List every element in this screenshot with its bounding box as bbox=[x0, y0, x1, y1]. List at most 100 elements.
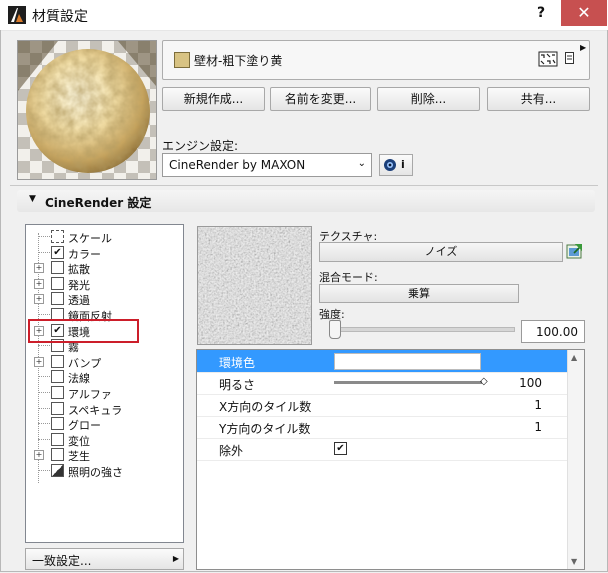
load-texture-icon[interactable] bbox=[566, 243, 583, 260]
brightness-slider-fill bbox=[334, 381, 482, 384]
tree-item[interactable]: 照明の強さ bbox=[26, 463, 183, 479]
engine-select[interactable]: CineRender by MAXON ⌄ bbox=[162, 153, 372, 177]
document-icon[interactable] bbox=[565, 52, 574, 64]
tree-connector bbox=[38, 251, 50, 253]
tree-item-label: 透過 bbox=[68, 294, 90, 308]
property-row[interactable]: Y方向のタイル数 1 bbox=[197, 416, 567, 439]
tree-item-label: 照明の強さ bbox=[68, 466, 123, 479]
channel-checkbox[interactable] bbox=[51, 354, 64, 368]
match-settings-button[interactable]: 一致設定... ▶ bbox=[25, 548, 184, 570]
tree-item[interactable]: + 芝生 bbox=[26, 447, 183, 463]
tree-item[interactable]: + 透過 bbox=[26, 291, 183, 307]
expand-icon[interactable]: + bbox=[34, 294, 44, 305]
blend-mode-select[interactable]: 乗算 bbox=[319, 284, 519, 303]
tree-item[interactable]: アルファ bbox=[26, 385, 183, 401]
light-intensity-icon bbox=[51, 464, 64, 477]
property-row[interactable]: X方向のタイル数 1 bbox=[197, 394, 567, 417]
tree-item-label: アルファ bbox=[68, 388, 112, 401]
delete-button[interactable]: 削除... bbox=[377, 87, 480, 111]
title-bar: 材質設定 ? ✕ bbox=[0, 0, 608, 31]
expand-icon[interactable]: + bbox=[34, 450, 44, 461]
expand-icon[interactable]: + bbox=[34, 356, 44, 367]
rename-button[interactable]: 名前を変更... bbox=[270, 87, 371, 111]
channel-checkbox[interactable] bbox=[51, 370, 64, 384]
channel-checkbox[interactable]: ✔ bbox=[51, 245, 64, 259]
tree-connector bbox=[38, 423, 50, 425]
flyout-arrow-icon[interactable]: ▶ bbox=[580, 43, 586, 52]
expand-icon[interactable]: + bbox=[34, 263, 44, 274]
property-value[interactable]: 1 bbox=[534, 398, 542, 412]
channel-tree[interactable]: スケール ✔ カラー + 拡散 + 発光 + 透過 鏡面反射 + ✔ 環境霧 + バンプ 法線 アルファ スペキュ… bbox=[25, 224, 184, 543]
property-row[interactable]: 明るさ ◇ 100 bbox=[197, 372, 567, 395]
material-swatch[interactable] bbox=[174, 52, 190, 68]
tree-connector bbox=[38, 392, 50, 393]
collapse-triangle-icon[interactable]: ▼ bbox=[29, 194, 36, 204]
color-swatch[interactable] bbox=[334, 353, 481, 370]
help-button[interactable]: ? bbox=[528, 2, 554, 24]
tree-item[interactable]: + 拡散 bbox=[26, 260, 183, 276]
strength-input[interactable]: 100.00 bbox=[521, 320, 585, 343]
eye-icon[interactable] bbox=[383, 158, 397, 172]
cinerender-section-header[interactable]: ▼ CineRender 設定 bbox=[17, 190, 595, 212]
tree-item[interactable]: + バンプ bbox=[26, 354, 183, 370]
channel-checkbox[interactable] bbox=[51, 261, 64, 275]
material-name-field[interactable]: 壁材-粗下塗り黄 ▶ bbox=[162, 40, 590, 80]
expand-icon[interactable]: + bbox=[34, 278, 44, 289]
tree-item[interactable]: グロー bbox=[26, 416, 183, 432]
channel-checkbox[interactable] bbox=[51, 292, 64, 306]
tree-item-label: バンプ bbox=[68, 356, 102, 370]
preview-sphere-icon bbox=[18, 41, 156, 179]
channel-checkbox[interactable] bbox=[51, 401, 64, 415]
tree-item[interactable]: スペキュラ bbox=[26, 401, 183, 417]
close-button[interactable]: ✕ bbox=[561, 0, 607, 26]
flyout-arrow-icon: ▶ bbox=[172, 554, 179, 563]
new-button[interactable]: 新規作成... bbox=[162, 87, 265, 111]
section-title: CineRender 設定 bbox=[45, 196, 152, 210]
properties-scrollbar[interactable]: ▲ ▼ bbox=[567, 350, 584, 569]
strength-slider-track[interactable] bbox=[335, 327, 515, 332]
tree-item-label: 変位 bbox=[68, 434, 90, 448]
channel-checkbox[interactable] bbox=[51, 448, 64, 462]
scroll-down-icon[interactable]: ▼ bbox=[571, 557, 577, 566]
blend-mode-label: 混合モード: bbox=[319, 271, 378, 284]
highlight-frame bbox=[28, 319, 139, 343]
hatch-pattern-icon[interactable] bbox=[538, 51, 558, 67]
tree-connector bbox=[38, 345, 50, 347]
tree-item[interactable]: 法線 bbox=[26, 369, 183, 385]
tree-item[interactable]: スケール bbox=[26, 229, 183, 245]
separator bbox=[10, 185, 598, 186]
tree-item[interactable]: + 発光 bbox=[26, 276, 183, 292]
share-button[interactable]: 共有... bbox=[487, 87, 590, 111]
property-label: Y方向のタイル数 bbox=[219, 422, 311, 436]
tree-connector bbox=[38, 376, 50, 378]
tree-item-label: 拡散 bbox=[68, 263, 90, 277]
engine-value: CineRender by MAXON bbox=[169, 158, 306, 172]
channel-checkbox[interactable] bbox=[51, 432, 64, 446]
strength-slider-thumb[interactable] bbox=[329, 320, 341, 339]
property-label: 環境色 bbox=[219, 356, 256, 370]
chevron-down-icon: ⌄ bbox=[357, 158, 366, 169]
tree-item[interactable]: ✔ カラー bbox=[26, 245, 183, 261]
texture-select[interactable]: ノイズ bbox=[319, 242, 563, 262]
scroll-up-icon[interactable]: ▲ bbox=[571, 353, 577, 362]
brightness-slider-thumb[interactable]: ◇ bbox=[480, 376, 488, 387]
strength-value: 100.00 bbox=[536, 325, 578, 339]
tree-connector bbox=[38, 236, 50, 237]
material-name: 壁材-粗下塗り黄 bbox=[194, 54, 283, 68]
tree-item-label: グロー bbox=[68, 419, 101, 433]
property-row[interactable]: 環境色 bbox=[197, 350, 567, 373]
info-icon[interactable]: i bbox=[401, 158, 405, 171]
property-value[interactable]: 100 bbox=[519, 376, 542, 390]
channel-checkbox[interactable] bbox=[51, 417, 64, 431]
tree-item[interactable]: 変位 bbox=[26, 432, 183, 448]
tree-item-label: 発光 bbox=[68, 278, 90, 292]
match-settings-label: 一致設定... bbox=[32, 554, 92, 568]
property-value[interactable]: 1 bbox=[534, 420, 542, 434]
engine-info-buttons[interactable]: i bbox=[379, 154, 413, 176]
channel-checkbox[interactable] bbox=[51, 276, 64, 290]
property-row[interactable]: 除外 ✔ bbox=[197, 438, 567, 461]
channel-checkbox[interactable] bbox=[51, 386, 64, 399]
exclude-checkbox[interactable]: ✔ bbox=[334, 442, 347, 455]
tree-connector bbox=[38, 314, 50, 315]
properties-list[interactable]: 環境色 明るさ ◇ 100 X方向のタイル数 1 Y方向のタイル数 1 除外 ✔ ▲ ▼ bbox=[196, 349, 585, 570]
